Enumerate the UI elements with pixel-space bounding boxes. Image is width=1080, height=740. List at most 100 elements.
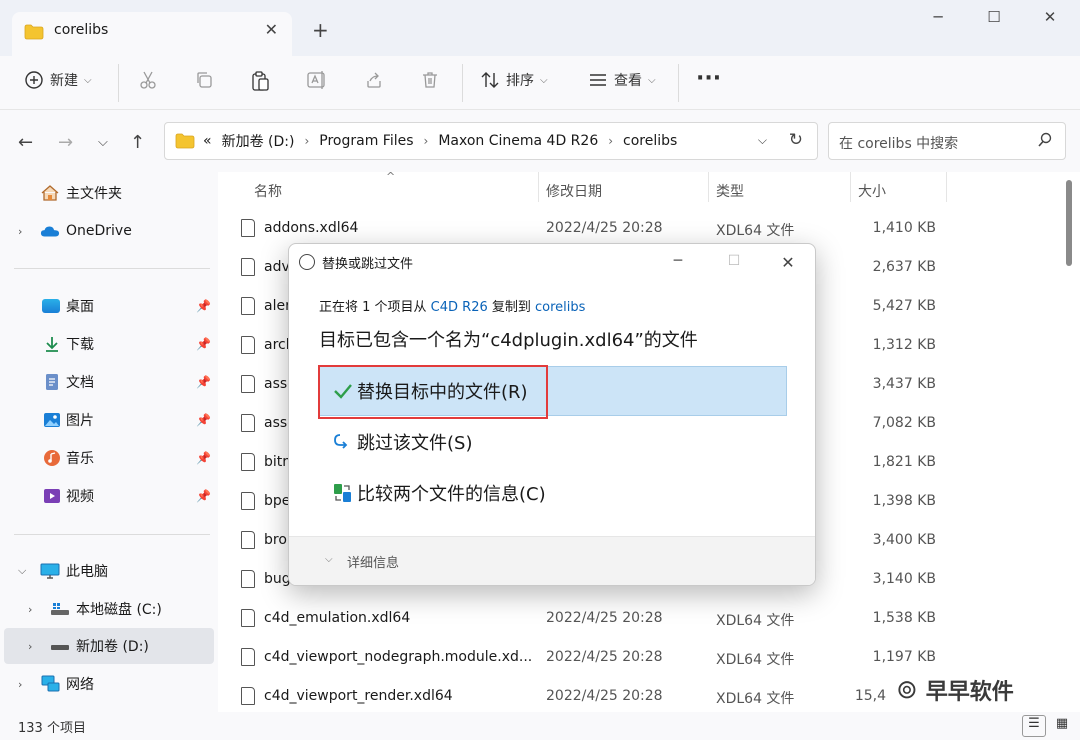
recent-dropdown-icon[interactable]: ⌵ <box>98 135 108 150</box>
view-button[interactable]: 查看 ⌵ <box>588 70 656 90</box>
copy-icon <box>197 72 212 88</box>
column-divider[interactable] <box>708 172 709 202</box>
column-header-modified[interactable]: 修改日期 <box>546 181 602 201</box>
tab-title: corelibs <box>54 22 109 38</box>
details-toggle[interactable]: 详细信息 <box>347 552 399 571</box>
address-bar[interactable]: « 新加卷 (D:) › Program Files › Maxon Cinem… <box>164 122 818 160</box>
rename-button[interactable] <box>306 70 328 90</box>
sidebar-item-desktop[interactable]: 桌面 📌 <box>0 288 214 324</box>
chevron-right-icon[interactable]: › <box>304 134 309 148</box>
chevron-down-icon[interactable]: ⌵ <box>18 564 26 578</box>
trash-icon <box>423 72 437 88</box>
chevron-right-icon[interactable]: › <box>28 603 32 616</box>
file-name: c4d_viewport_nodegraph.module.xd... <box>264 649 533 665</box>
source-link[interactable]: C4D R26 <box>431 300 488 315</box>
breadcrumb-drive[interactable]: 新加卷 (D:) <box>222 131 295 151</box>
sidebar-item-new-volume-d[interactable]: › 新加卷 (D:) <box>4 628 214 664</box>
breadcrumb-corelibs[interactable]: corelibs <box>623 133 677 149</box>
file-name: bro <box>264 532 287 548</box>
tiles-view-button[interactable]: ▦ <box>1050 715 1074 737</box>
pictures-icon <box>44 413 60 427</box>
sidebar-item-videos[interactable]: 视频 📌 <box>0 478 214 514</box>
chevron-right-icon[interactable]: › <box>18 678 22 691</box>
chevron-right-icon[interactable]: › <box>608 134 613 148</box>
new-tab-button[interactable]: + <box>312 18 329 42</box>
sidebar-item-local-disk-c[interactable]: › 本地磁盘 (C:) <box>0 591 214 627</box>
compare-files-option[interactable]: 比较两个文件的信息(C) <box>331 480 546 506</box>
breadcrumb-overflow[interactable]: « <box>203 133 212 149</box>
file-name: c4d_viewport_render.xdl64 <box>264 688 453 704</box>
pin-icon[interactable]: 📌 <box>196 451 211 465</box>
file-size: 1,821 KB <box>872 454 936 470</box>
music-icon <box>44 450 60 466</box>
cut-button[interactable] <box>138 70 158 90</box>
table-row[interactable]: c4d_emulation.xdl64 2022/4/25 20:28 XDL6… <box>238 599 958 638</box>
breadcrumb-program-files[interactable]: Program Files <box>319 133 413 149</box>
dialog-minimize-button[interactable]: ─ <box>663 253 693 269</box>
destination-link[interactable]: corelibs <box>535 300 585 315</box>
video-icon <box>44 489 60 503</box>
title-bar: corelibs ✕ + ─ ☐ ✕ <box>0 0 1080 60</box>
pin-icon[interactable]: 📌 <box>196 375 211 389</box>
sidebar-label-network: 网络 <box>66 677 94 693</box>
up-arrow-icon[interactable]: ↑ <box>130 132 145 153</box>
tab-close-button[interactable]: ✕ <box>265 20 278 39</box>
sidebar-item-this-pc[interactable]: ⌵ 此电脑 <box>0 553 214 589</box>
maximize-button[interactable]: ☐ <box>974 8 1014 26</box>
delete-button[interactable] <box>420 70 440 90</box>
skip-file-option[interactable]: 跳过该文件(S) <box>331 429 472 455</box>
pin-icon[interactable]: 📌 <box>196 337 211 351</box>
pin-icon[interactable]: 📌 <box>196 413 211 427</box>
sidebar-item-onedrive[interactable]: › OneDrive <box>0 213 214 249</box>
column-header-name[interactable]: 名称 <box>254 181 282 201</box>
paste-button[interactable] <box>250 70 270 92</box>
copy-button[interactable] <box>194 70 214 90</box>
column-divider[interactable] <box>946 172 947 202</box>
sort-button-label: 排序 <box>506 73 534 89</box>
sort-button[interactable]: 排序 ⌵ <box>480 70 548 90</box>
sidebar-item-network[interactable]: › 网络 <box>0 666 214 702</box>
chevron-down-icon: ⌵ <box>648 74 656 86</box>
refresh-icon[interactable]: ↻ <box>789 130 803 150</box>
sidebar-label-local-disk: 本地磁盘 (C:) <box>76 602 162 618</box>
chevron-right-icon[interactable]: › <box>18 225 22 238</box>
desktop-icon <box>42 299 60 313</box>
pin-icon[interactable]: 📌 <box>196 489 211 503</box>
sidebar-item-home[interactable]: 主文件夹 <box>0 175 214 211</box>
sidebar-item-pictures[interactable]: 图片 📌 <box>0 402 214 438</box>
minimize-button[interactable]: ─ <box>918 8 958 26</box>
forward-arrow-icon[interactable]: → <box>58 132 73 153</box>
search-box[interactable]: 在 corelibs 中搜索 <box>828 122 1066 160</box>
column-divider[interactable] <box>538 172 539 202</box>
vertical-scrollbar[interactable] <box>1066 180 1072 266</box>
new-button[interactable]: 新建 ⌵ <box>24 70 92 90</box>
details-view-button[interactable]: ☰ <box>1022 715 1046 737</box>
file-size: 1,398 KB <box>872 493 936 509</box>
sidebar-item-music[interactable]: 音乐 📌 <box>0 440 214 476</box>
chevron-right-icon[interactable]: › <box>424 134 429 148</box>
navigation-pane: 主文件夹 › OneDrive 桌面 📌 下载 📌 文档 📌 图片 📌 音乐 📌… <box>0 172 218 712</box>
item-count: 133 个项目 <box>18 721 86 736</box>
close-window-button[interactable]: ✕ <box>1030 8 1070 26</box>
column-header-type[interactable]: 类型 <box>716 181 744 201</box>
breadcrumb-maxon[interactable]: Maxon Cinema 4D R26 <box>438 133 598 149</box>
address-dropdown-icon[interactable]: ⌵ <box>758 133 767 148</box>
file-icon <box>241 531 255 549</box>
chevron-down-icon[interactable]: ⌵ <box>325 554 333 565</box>
dialog-close-button[interactable]: ✕ <box>773 253 803 272</box>
sidebar-item-documents[interactable]: 文档 📌 <box>0 364 214 400</box>
address-row: ← → ⌵ ↑ « 新加卷 (D:) › Program Files › Max… <box>0 110 1080 172</box>
back-arrow-icon[interactable]: ← <box>18 132 33 153</box>
table-row[interactable]: c4d_viewport_render.xdl64 2022/4/25 20:2… <box>238 677 958 716</box>
pin-icon[interactable]: 📌 <box>196 299 211 313</box>
chevron-right-icon[interactable]: › <box>28 640 32 653</box>
tab-corelibs[interactable]: corelibs ✕ <box>12 12 292 56</box>
dialog-maximize-button[interactable]: ☐ <box>719 253 749 269</box>
column-header-size[interactable]: 大小 <box>858 181 886 201</box>
share-button[interactable] <box>364 70 384 90</box>
file-icon <box>241 648 255 666</box>
more-options-button[interactable]: ··· <box>696 66 721 91</box>
table-row[interactable]: c4d_viewport_nodegraph.module.xd... 2022… <box>238 638 958 677</box>
column-divider[interactable] <box>850 172 851 202</box>
sidebar-item-downloads[interactable]: 下载 📌 <box>0 326 214 362</box>
